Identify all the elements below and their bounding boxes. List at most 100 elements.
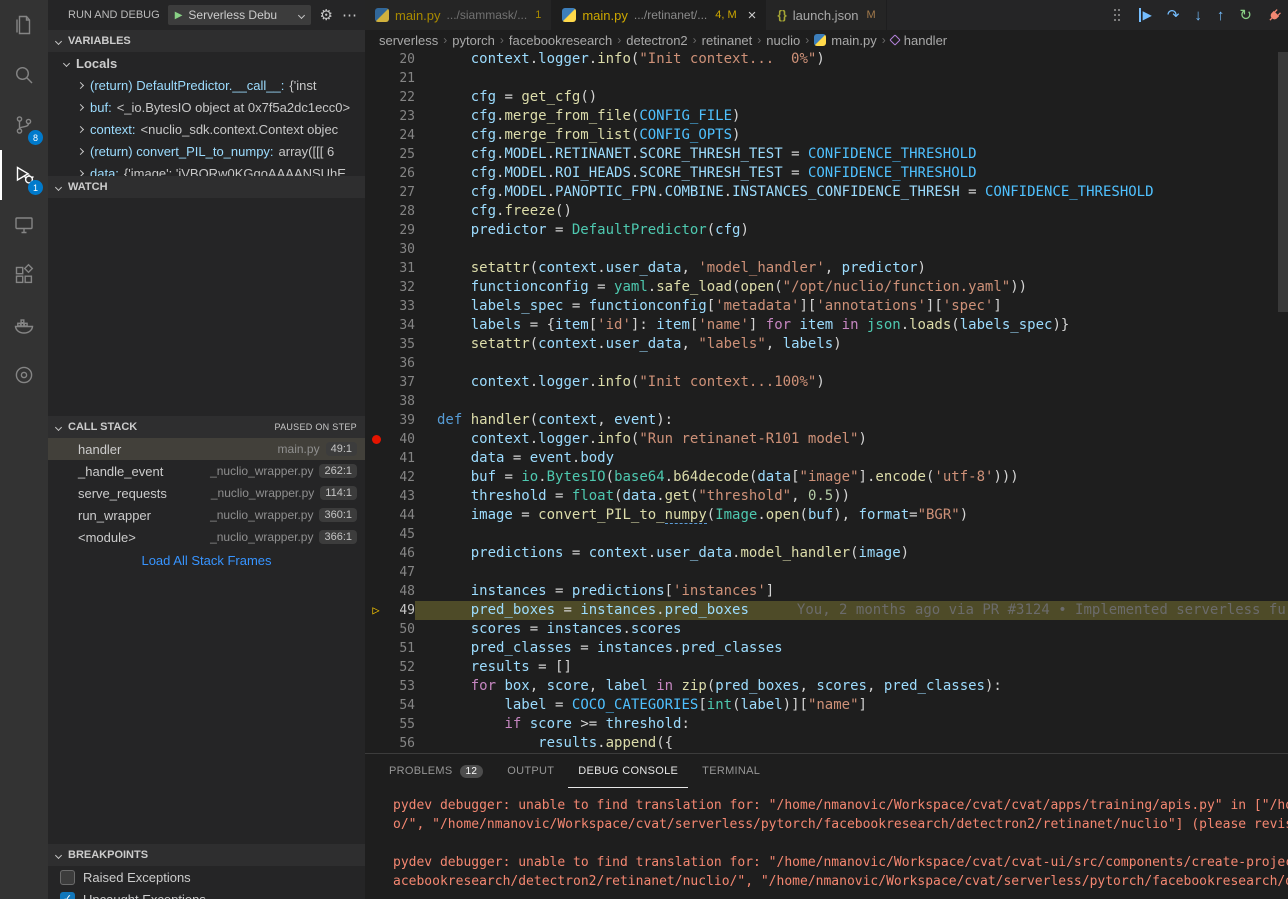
code-text[interactable]: instances = predictions['instances'] xyxy=(415,582,1288,601)
stack-frame[interactable]: _handle_event_nuclio_wrapper.py262:1 xyxy=(48,460,365,482)
code-line[interactable]: 38 xyxy=(365,392,1288,411)
breakpoint-gutter[interactable] xyxy=(365,164,387,183)
code-text[interactable]: cfg.merge_from_file(CONFIG_FILE) xyxy=(415,107,1288,126)
breakpoint-row[interactable]: Uncaught Exceptions xyxy=(48,888,365,899)
breakpoint-gutter[interactable] xyxy=(365,183,387,202)
code-text[interactable]: scores = instances.scores xyxy=(415,620,1288,639)
code-text[interactable]: context.logger.info("Init context... 0%"… xyxy=(415,50,1288,69)
code-text[interactable]: predictions = context.user_data.model_ha… xyxy=(415,544,1288,563)
breakpoint-gutter[interactable] xyxy=(365,392,387,411)
code-line[interactable]: 21 xyxy=(365,69,1288,88)
code-text[interactable]: data = event.body xyxy=(415,449,1288,468)
code-line[interactable]: 40 context.logger.info("Run retinanet-R1… xyxy=(365,430,1288,449)
breakpoint-gutter[interactable]: ▷ xyxy=(365,601,387,620)
code-line[interactable]: 52 results = [] xyxy=(365,658,1288,677)
code-line[interactable]: 30 xyxy=(365,240,1288,259)
code-line[interactable]: 43 threshold = float(data.get("threshold… xyxy=(365,487,1288,506)
breadcrumb-item[interactable]: pytorch xyxy=(452,33,495,48)
breakpoint-gutter[interactable] xyxy=(365,259,387,278)
code-line[interactable]: 37 context.logger.info("Init context...1… xyxy=(365,373,1288,392)
code-line[interactable]: 44 image = convert_PIL_to_numpy(Image.op… xyxy=(365,506,1288,525)
code-line[interactable]: 22 cfg = get_cfg() xyxy=(365,88,1288,107)
variable-row[interactable]: data:{'image': 'iVBORw0KGgoAAAANSUhE xyxy=(48,162,365,176)
code-text[interactable] xyxy=(415,69,1288,88)
code-line[interactable]: 39def handler(context, event): xyxy=(365,411,1288,430)
breakpoint-gutter[interactable] xyxy=(365,221,387,240)
stack-frame[interactable]: <module>_nuclio_wrapper.py366:1 xyxy=(48,526,365,548)
breadcrumb-symbol[interactable]: handler xyxy=(891,33,947,48)
activity-item-source-control[interactable]: 8 xyxy=(0,100,48,150)
breakpoint-gutter[interactable] xyxy=(365,145,387,164)
stack-frame[interactable]: handlermain.py49:1 xyxy=(48,438,365,460)
breakpoint-gutter[interactable] xyxy=(365,734,387,753)
code-text[interactable]: labels = {item['id']: item['name'] for i… xyxy=(415,316,1288,335)
activity-item-extensions[interactable] xyxy=(0,250,48,300)
breakpoint-gutter[interactable] xyxy=(365,126,387,145)
breakpoint-gutter[interactable] xyxy=(365,88,387,107)
breadcrumb-item[interactable]: detectron2 xyxy=(626,33,687,48)
code-text[interactable]: results = [] xyxy=(415,658,1288,677)
breakpoint-gutter[interactable] xyxy=(365,658,387,677)
activity-item-docker[interactable] xyxy=(0,300,48,350)
breakpoint-gutter[interactable] xyxy=(365,411,387,430)
breakpoint-icon[interactable] xyxy=(372,435,381,444)
breakpoint-gutter[interactable] xyxy=(365,715,387,734)
activity-item-extension-circle[interactable] xyxy=(0,350,48,400)
breakpoint-gutter[interactable] xyxy=(365,316,387,335)
drag-grip-icon[interactable] xyxy=(1114,9,1116,11)
code-line[interactable]: 55 if score >= threshold: xyxy=(365,715,1288,734)
code-text[interactable]: label = COCO_CATEGORIES[int(label)]["nam… xyxy=(415,696,1288,715)
step-over-button[interactable]: ↷ xyxy=(1167,6,1180,24)
breakpoint-gutter[interactable] xyxy=(365,696,387,715)
more-actions-icon[interactable]: ⋯ xyxy=(342,6,357,24)
code-line[interactable]: 45 xyxy=(365,525,1288,544)
code-text[interactable]: setattr(context.user_data, "labels", lab… xyxy=(415,335,1288,354)
breakpoint-gutter[interactable] xyxy=(365,449,387,468)
code-line[interactable]: ▷49 pred_boxes = instances.pred_boxesYou… xyxy=(365,601,1288,620)
breadcrumb-item[interactable]: serverless xyxy=(379,33,438,48)
code-text[interactable]: pred_classes = instances.pred_classes xyxy=(415,639,1288,658)
breadcrumb-item[interactable]: retinanet xyxy=(702,33,753,48)
breakpoint-checkbox[interactable] xyxy=(60,870,75,885)
code-text[interactable]: cfg.MODEL.RETINANET.SCORE_THRESH_TEST = … xyxy=(415,145,1288,164)
code-line[interactable]: 24 cfg.merge_from_list(CONFIG_OPTS) xyxy=(365,126,1288,145)
breakpoint-gutter[interactable] xyxy=(365,544,387,563)
code-text[interactable] xyxy=(415,240,1288,259)
code-text[interactable]: cfg = get_cfg() xyxy=(415,88,1288,107)
breakpoint-gutter[interactable] xyxy=(365,468,387,487)
code-line[interactable]: 34 labels = {item['id']: item['name'] fo… xyxy=(365,316,1288,335)
call-stack-pane-header[interactable]: CALL STACK PAUSED ON STEP xyxy=(48,416,365,438)
panel-tab-problems[interactable]: PROBLEMS12 xyxy=(379,754,493,788)
editor-tab[interactable]: main.py.../retinanet/...4, M× xyxy=(552,0,767,30)
breakpoint-gutter[interactable] xyxy=(365,107,387,126)
code-line[interactable]: 41 data = event.body xyxy=(365,449,1288,468)
code-line[interactable]: 28 cfg.freeze() xyxy=(365,202,1288,221)
start-debugging-icon[interactable]: ▶ xyxy=(175,10,183,21)
variable-row[interactable]: context:<nuclio_sdk.context.Context obje… xyxy=(48,118,365,140)
breakpoint-gutter[interactable] xyxy=(365,620,387,639)
breakpoints-pane-header[interactable]: BREAKPOINTS xyxy=(48,844,365,866)
breakpoint-gutter[interactable] xyxy=(365,525,387,544)
code-line[interactable]: 29 predictor = DefaultPredictor(cfg) xyxy=(365,221,1288,240)
activity-item-run-and-debug[interactable]: 1 xyxy=(0,150,48,200)
code-text[interactable]: for box, score, label in zip(pred_boxes,… xyxy=(415,677,1288,696)
load-all-stack-frames-link[interactable]: Load All Stack Frames xyxy=(48,548,365,568)
code-text[interactable] xyxy=(415,392,1288,411)
stack-frame[interactable]: serve_requests_nuclio_wrapper.py114:1 xyxy=(48,482,365,504)
gear-icon[interactable]: ⚙ xyxy=(320,6,333,24)
code-text[interactable]: cfg.MODEL.PANOPTIC_FPN.COMBINE.INSTANCES… xyxy=(415,183,1288,202)
activity-item-explorer[interactable] xyxy=(0,0,48,50)
disconnect-button[interactable] xyxy=(1267,8,1282,23)
variables-pane-header[interactable]: VARIABLES xyxy=(48,30,365,52)
code-text[interactable]: functionconfig = yaml.safe_load(open("/o… xyxy=(415,278,1288,297)
debug-console-output[interactable]: pydev debugger: unable to find translati… xyxy=(365,788,1288,899)
debug-config-picker[interactable]: ▶ Serverless Debu xyxy=(168,5,311,25)
continue-button[interactable]: ▶ xyxy=(1139,8,1152,22)
code-line[interactable]: 48 instances = predictions['instances'] xyxy=(365,582,1288,601)
code-line[interactable]: 53 for box, score, label in zip(pred_box… xyxy=(365,677,1288,696)
breadcrumb-item[interactable]: facebookresearch xyxy=(509,33,612,48)
code-text[interactable]: buf = io.BytesIO(base64.b64decode(data["… xyxy=(415,468,1288,487)
code-line[interactable]: 46 predictions = context.user_data.model… xyxy=(365,544,1288,563)
breakpoint-gutter[interactable] xyxy=(365,582,387,601)
code-line[interactable]: 20 context.logger.info("Init context... … xyxy=(365,50,1288,69)
